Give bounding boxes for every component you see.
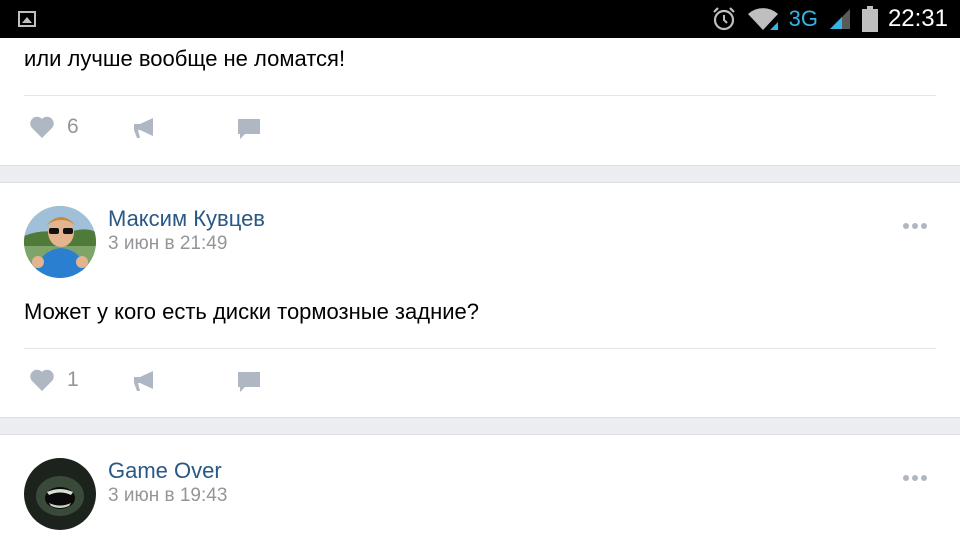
wifi-icon — [747, 8, 778, 31]
alarm-icon — [712, 7, 735, 31]
author-name[interactable]: Game Over — [108, 458, 222, 484]
more-options-button[interactable] — [903, 223, 927, 229]
heart-icon — [30, 116, 54, 138]
like-count: 6 — [67, 115, 79, 138]
share-button[interactable] — [133, 117, 157, 139]
image-notification-icon — [18, 11, 36, 27]
author-name[interactable]: Максим Кувцев — [108, 206, 265, 232]
clock-time: 22:31 — [887, 5, 948, 32]
avatar[interactable] — [24, 206, 96, 278]
post-date[interactable]: 3 июн в 21:49 — [108, 233, 227, 255]
post-date[interactable]: 3 июн в 19:43 — [108, 485, 227, 507]
comment-button[interactable] — [237, 118, 261, 140]
post-text: или лучше вообще не ломатся! — [24, 46, 346, 71]
like-button[interactable]: 1 — [29, 368, 79, 392]
post-card: Максим Кувцев 3 июн в 21:49 Может у кого… — [0, 182, 960, 418]
battery-icon — [861, 6, 878, 32]
post-divider — [24, 348, 936, 349]
comment-button[interactable] — [237, 371, 261, 393]
status-bar: 3G 22:31 — [0, 0, 960, 38]
like-count: 1 — [67, 368, 79, 391]
signal-icon — [829, 9, 850, 29]
share-button[interactable] — [133, 370, 157, 392]
network-type-label: 3G — [788, 6, 818, 31]
post-text: Может у кого есть диски тормозные задние… — [24, 299, 479, 324]
avatar[interactable] — [24, 458, 96, 530]
status-icons: 3G 22:31 — [711, 4, 948, 34]
more-options-button[interactable] — [903, 475, 927, 481]
like-button[interactable]: 6 — [29, 115, 79, 139]
post-card: Game Over 3 июн в 19:43 — [0, 434, 960, 554]
post-divider — [24, 95, 936, 96]
heart-icon — [30, 369, 54, 391]
